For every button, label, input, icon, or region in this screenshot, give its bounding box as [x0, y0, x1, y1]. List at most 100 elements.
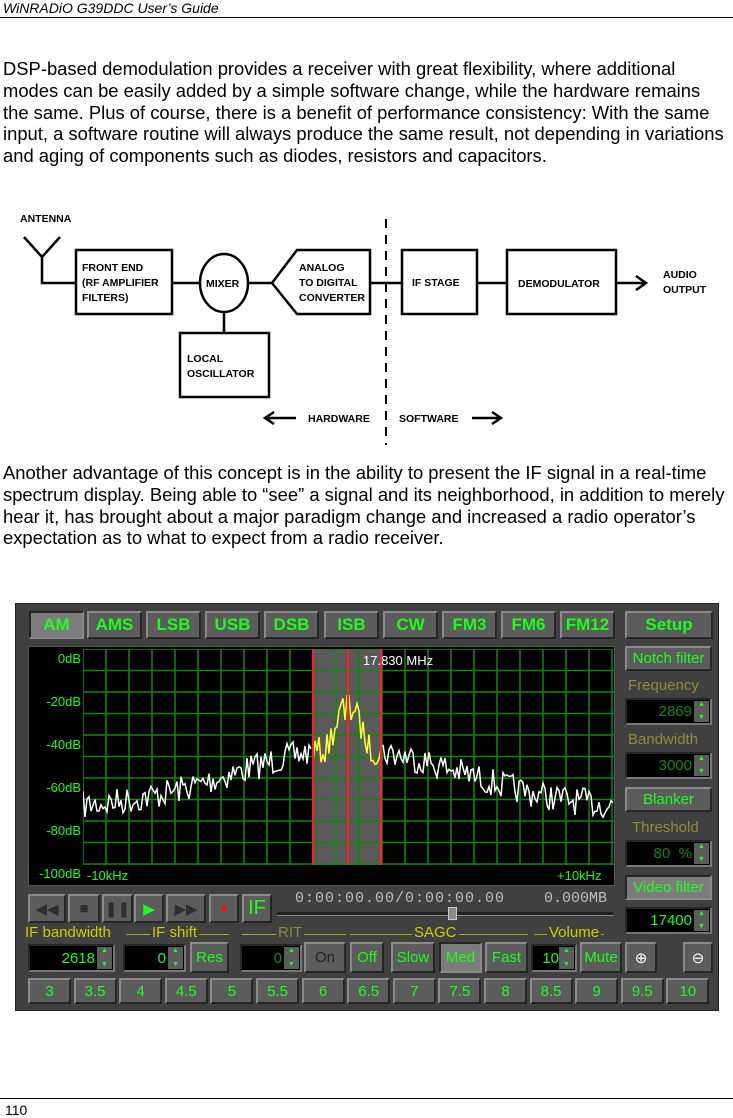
zoom-in-button[interactable]: ⊕ [625, 942, 657, 973]
mode-button-am[interactable]: AM [29, 611, 84, 639]
stop-button[interactable]: ■ [68, 894, 100, 923]
bandwidth-preset-button[interactable]: 8 [484, 978, 527, 1004]
bandwidth-preset-button[interactable]: 4 [119, 978, 163, 1004]
notch-bandwidth-value: 3000 [658, 757, 692, 774]
spectrum-trace [83, 740, 312, 817]
zoom-out-button[interactable]: ⊖ [683, 942, 713, 973]
frequency-label: Frequency [628, 677, 699, 694]
bandwidth-preset-button[interactable]: 7 [392, 978, 436, 1004]
arrow-right-icon [616, 274, 649, 292]
bandwidth-preset-button[interactable]: 6 [301, 978, 345, 1004]
page-number: 110 [5, 1102, 28, 1118]
arrow-right-icon [472, 410, 504, 426]
pause-button[interactable]: ❚❚ [102, 894, 133, 923]
play-button[interactable]: ▶ [134, 894, 164, 923]
notch-bandwidth-spinbox[interactable]: 3000 ▲ ▼ [625, 752, 712, 779]
mode-button-cw[interactable]: CW [383, 611, 438, 639]
receiver-block-diagram: ANTENNA FRONT END (RF AMPLIFIER FILTERS)… [20, 213, 707, 445]
if-stage-label: IF STAGE [412, 277, 460, 289]
bandwidth-preset-button[interactable]: 8.5 [529, 978, 573, 1004]
playback-slider[interactable] [277, 907, 613, 920]
rewind-button[interactable]: ◀◀ [28, 894, 66, 923]
mode-button-lsb[interactable]: LSB [146, 611, 201, 639]
bandwidth-preset-button[interactable]: 4.5 [164, 978, 208, 1004]
recording-size: 0.000MB [544, 890, 608, 907]
header-rule [0, 17, 733, 18]
front-end-label: FILTERS) [82, 292, 128, 304]
paragraph: Another advantage of this concept is in … [3, 462, 725, 549]
spinner-arrows-icon[interactable]: ▲ ▼ [284, 947, 299, 969]
spinner-arrows-icon[interactable]: ▲ ▼ [694, 910, 709, 931]
mode-button-fm3[interactable]: FM3 [442, 611, 497, 639]
threshold-spinbox[interactable]: 80 % ▲ ▼ [625, 840, 712, 867]
threshold-value: 80 % [653, 845, 692, 862]
rewind-icon: ◀◀ [35, 900, 59, 918]
record-button[interactable]: ♦ [209, 894, 239, 923]
video-filter-button[interactable]: Video filter [625, 875, 712, 900]
local-oscillator-label: LOCAL [187, 353, 224, 365]
document-header: WiNRADiO G39DDC User’s Guide [3, 0, 219, 16]
mode-button-ams[interactable]: AMS [87, 611, 142, 639]
if-bandwidth-spinbox[interactable]: 2618 ▲ ▼ [28, 944, 115, 972]
rit-value: 0 [273, 949, 282, 967]
software-label: SOFTWARE [399, 413, 459, 425]
res-button[interactable]: Res [190, 942, 229, 973]
record-icon: ♦ [220, 900, 228, 917]
bandwidth-preset-button[interactable]: 9 [575, 978, 619, 1004]
sagc-off-button[interactable]: Off [350, 942, 384, 973]
blanker-button[interactable]: Blanker [625, 787, 712, 812]
if-shift-label: IF shift [150, 924, 200, 941]
mode-button-isb[interactable]: ISB [324, 611, 379, 639]
volume-spinbox[interactable]: 10 ▲ ▼ [531, 944, 577, 972]
bandwidth-preset-button[interactable]: 5 [210, 978, 254, 1004]
if-shift-spinbox[interactable]: 0 ▲ ▼ [123, 944, 186, 972]
rit-on-button[interactable]: On [304, 942, 346, 973]
right-span-label: +10kHz [557, 868, 602, 883]
fast-forward-button[interactable]: ▶▶ [166, 894, 206, 923]
bandwidth-preset-button[interactable]: 7.5 [438, 978, 482, 1004]
volume-value: 10 [542, 949, 559, 967]
mode-button-fm6[interactable]: FM6 [501, 611, 556, 639]
spinner-arrows-icon[interactable]: ▲ ▼ [694, 843, 709, 864]
rit-spinbox[interactable]: 0 ▲ ▼ [240, 944, 302, 972]
setup-button[interactable]: Setup [625, 611, 713, 639]
db-tick-label: -100dB [39, 866, 81, 881]
arrow-left-icon [262, 410, 296, 426]
mode-button-dsb[interactable]: DSB [264, 611, 319, 639]
spinner-arrows-icon[interactable]: ▲ ▼ [168, 947, 183, 969]
adc-label: ANALOG [299, 262, 345, 274]
sagc-fast-button[interactable]: Fast [485, 942, 528, 973]
audio-output-label: AUDIO [663, 269, 697, 281]
video-filter-spinbox[interactable]: 17400 ▲ ▼ [625, 907, 712, 934]
mode-button-usb[interactable]: USB [205, 611, 260, 639]
footer-rule [0, 1098, 733, 1099]
if-bandwidth-label: IF bandwidth [25, 924, 111, 941]
db-tick-label: -80dB [46, 823, 81, 838]
if-bandwidth-value: 2618 [61, 949, 95, 967]
mode-button-fm12[interactable]: FM12 [560, 611, 615, 639]
recording-time: 0:00:00.00/0:00:00.00 [295, 890, 506, 907]
spinner-arrows-icon[interactable]: ▲ ▼ [694, 755, 709, 776]
mute-button[interactable]: Mute [580, 942, 622, 973]
if-record-button[interactable]: IF [242, 894, 272, 923]
spectrum-trace [382, 743, 614, 819]
front-end-label: FRONT END [82, 262, 144, 274]
sagc-med-button[interactable]: Med [439, 942, 482, 973]
sagc-slow-button[interactable]: Slow [391, 942, 435, 973]
threshold-label: Threshold [632, 819, 699, 836]
spinner-arrows-icon[interactable]: ▲ ▼ [694, 701, 709, 722]
bandwidth-preset-button[interactable]: 6.5 [347, 978, 391, 1004]
slider-thumb[interactable] [447, 907, 457, 920]
notch-filter-button[interactable]: Notch filter [625, 646, 712, 671]
spinner-arrows-icon[interactable]: ▲ ▼ [559, 947, 574, 969]
spinner-arrows-icon[interactable]: ▲ ▼ [97, 947, 112, 969]
bandwidth-preset-button[interactable]: 5.5 [256, 978, 299, 1004]
bandwidth-label: Bandwidth [628, 731, 699, 748]
notch-frequency-spinbox[interactable]: 2869 ▲ ▼ [625, 698, 712, 725]
radio-control-panel: Setup 0dB -20dB -40dB -60dB -80dB -100dB 17.8… [15, 603, 719, 1011]
bandwidth-preset-button[interactable]: 3.5 [73, 978, 117, 1004]
bandwidth-preset-button[interactable]: 3 [28, 978, 71, 1004]
bandwidth-preset-button[interactable]: 9.5 [620, 978, 664, 1004]
bandwidth-preset-button[interactable]: 10 [666, 978, 710, 1004]
demodulator-label: DEMODULATOR [518, 278, 600, 290]
